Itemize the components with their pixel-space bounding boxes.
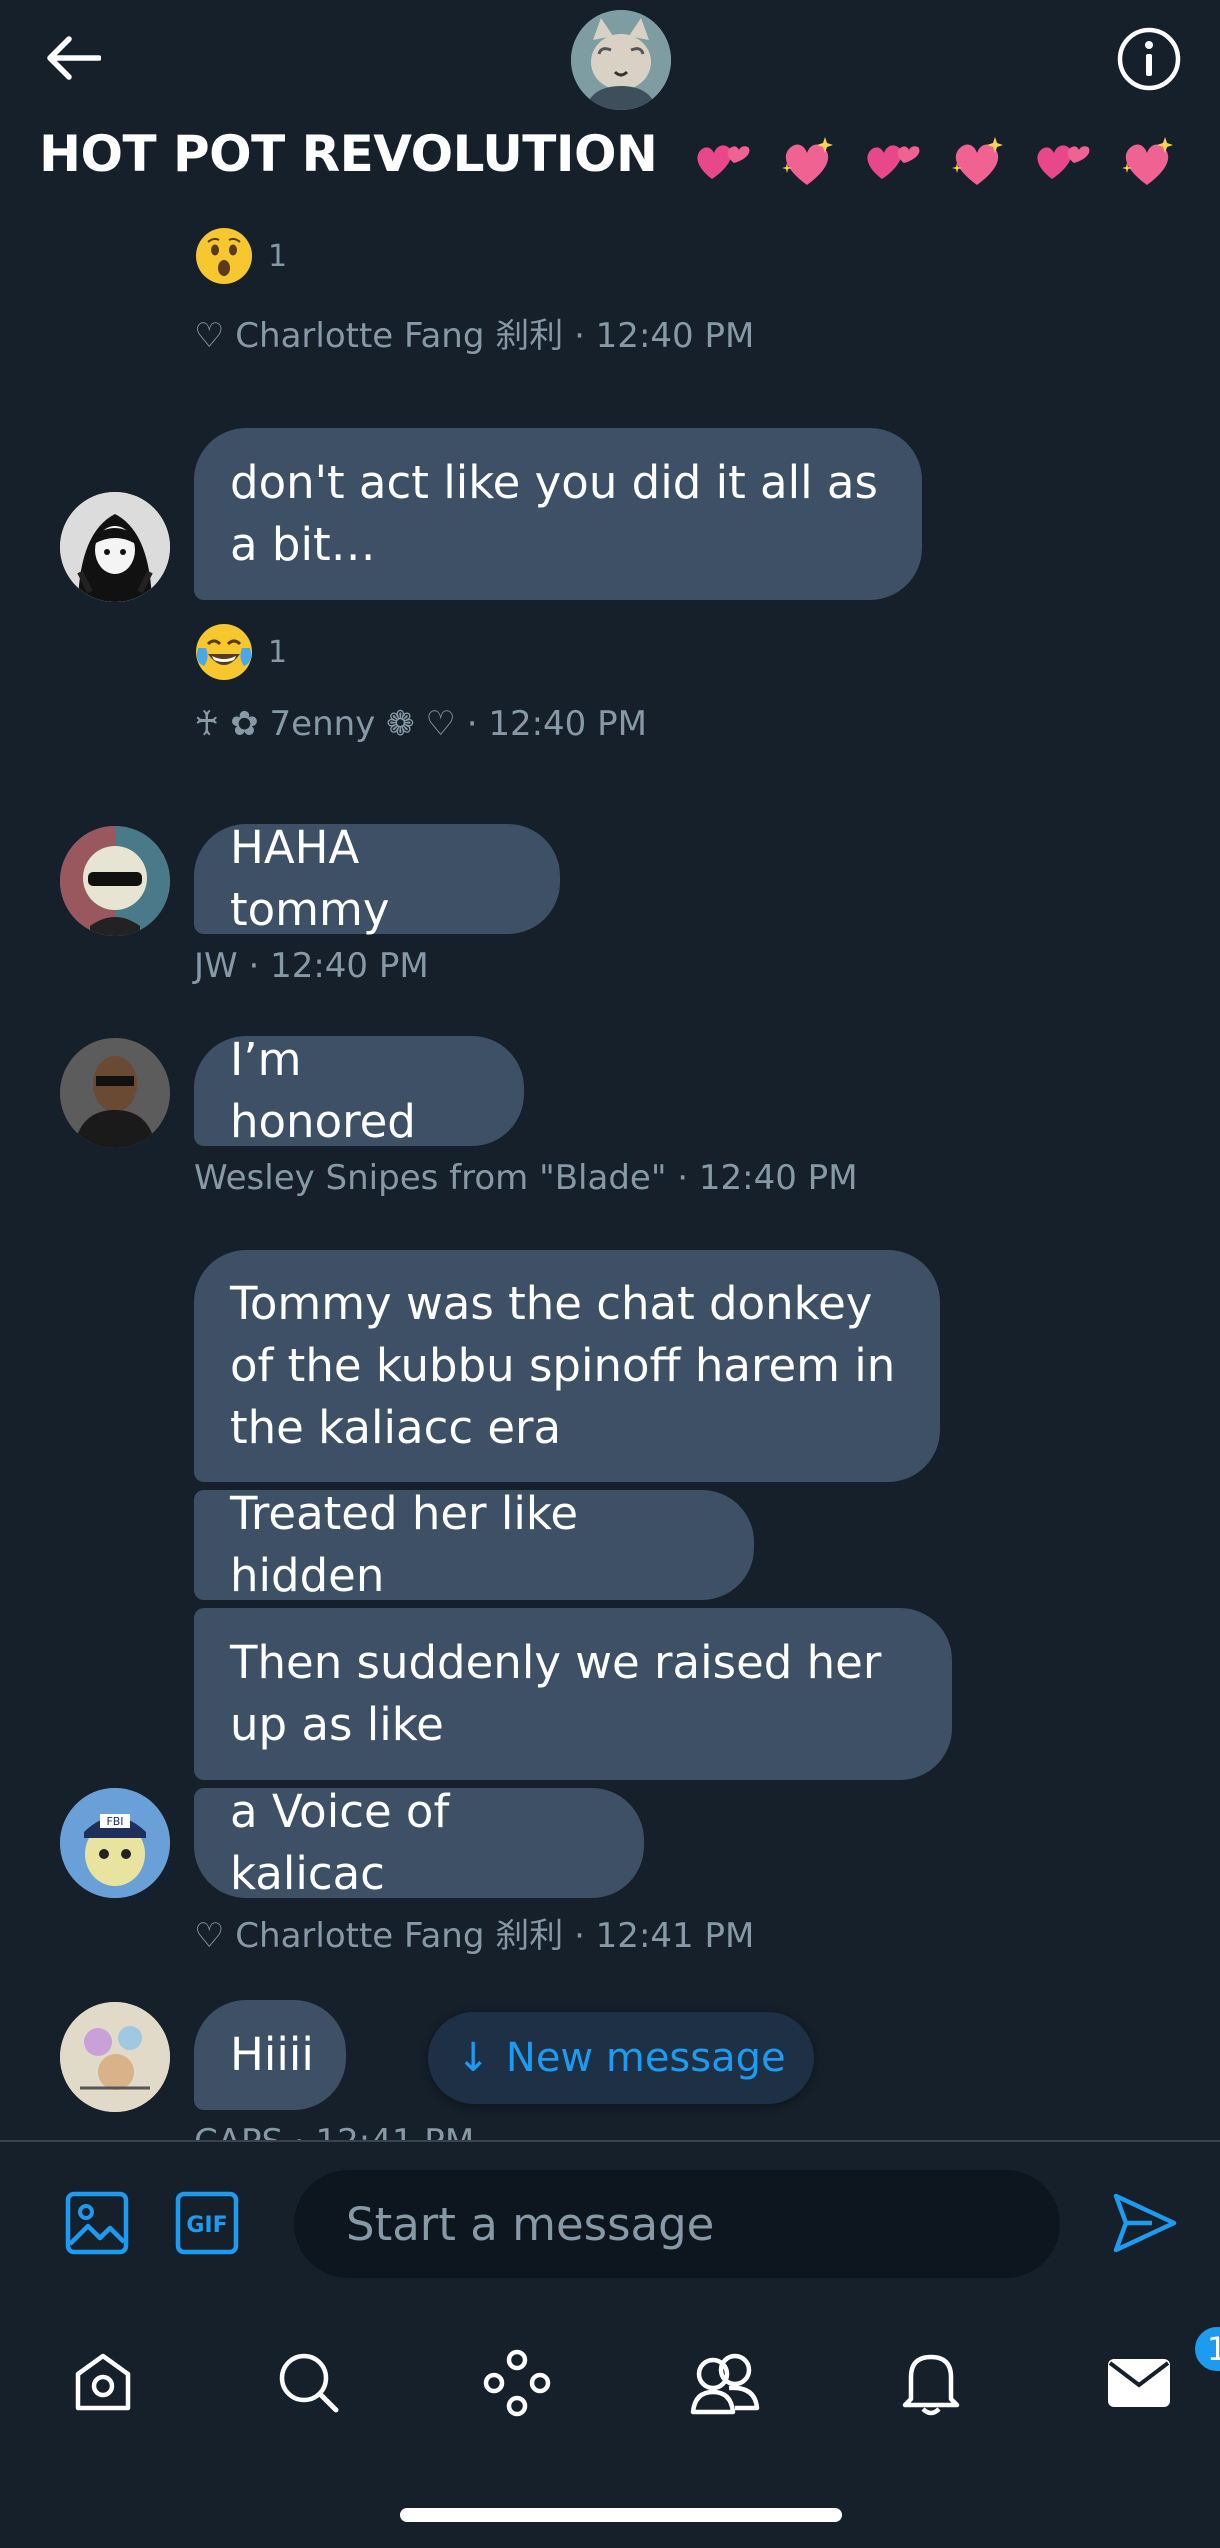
- reaction-summary[interactable]: 1: [194, 226, 287, 286]
- nav-messages[interactable]: [1094, 2338, 1184, 2428]
- image-icon: [65, 2191, 129, 2255]
- arrow-down-icon: ↓: [456, 2035, 490, 2081]
- sparkling-heart-icon: [782, 137, 834, 185]
- conversation-info-button[interactable]: [1114, 24, 1184, 94]
- message-bubble[interactable]: HAHA tommy: [194, 821, 560, 936]
- message-text: Then suddenly we raised her up as like: [230, 1636, 882, 1751]
- avatar-image: [60, 2002, 170, 2112]
- astonished-face-icon: [196, 228, 252, 284]
- message-list[interactable]: 1 ♡ Charlotte Fang 刹利 · 12:40 PM don't a…: [0, 0, 1220, 2140]
- message-input[interactable]: [294, 2170, 1060, 2278]
- gif-label: GIF: [186, 2213, 227, 2238]
- message-time: · 12:40 PM: [677, 1158, 858, 1198]
- info-icon: [1117, 27, 1181, 91]
- add-gif-button[interactable]: GIF: [174, 2190, 240, 2256]
- message-time: · 12:41 PM: [294, 2122, 474, 2140]
- two-hearts-icon: [867, 145, 920, 179]
- nav-spaces[interactable]: [472, 2338, 562, 2428]
- home-icon: [75, 2353, 131, 2411]
- bell-icon: [902, 2354, 960, 2416]
- sparkling-heart-icon: [1121, 137, 1173, 185]
- avatar[interactable]: [60, 492, 170, 602]
- back-button[interactable]: [36, 26, 110, 90]
- send-icon: [1113, 2193, 1177, 2253]
- message-time: · 12:40 PM: [248, 946, 429, 986]
- message-bubble[interactable]: I’m honored: [194, 1033, 524, 1148]
- message-text: I’m honored: [230, 1033, 416, 1148]
- spaces-icon: [483, 2349, 551, 2417]
- message-composer: GIF: [0, 2140, 1220, 2302]
- conversation-title-text: HOT POT REVOLUTION: [39, 125, 658, 183]
- two-hearts-icon: [1037, 145, 1090, 179]
- reaction-summary[interactable]: 1: [194, 622, 287, 682]
- message-text: Treated her like hidden: [230, 1487, 579, 1602]
- tears-of-joy-icon: [196, 624, 252, 680]
- avatar[interactable]: [60, 826, 170, 936]
- search-icon: [279, 2353, 339, 2413]
- back-arrow-icon: [47, 36, 101, 80]
- message-text: Hiiii: [230, 2028, 314, 2081]
- message-text: don't act like you did it all as a bit…: [230, 456, 878, 571]
- avatar[interactable]: [60, 1038, 170, 1148]
- reaction-count: 1: [268, 238, 288, 274]
- nav-communities[interactable]: [680, 2338, 770, 2428]
- two-hearts-icon: [697, 145, 750, 179]
- message-meta: Wesley Snipes from "Blade" · 12:40 PM: [194, 1158, 858, 1198]
- nav-search[interactable]: [264, 2338, 354, 2428]
- sender-name: JW: [194, 946, 238, 986]
- message-time: · 12:40 PM: [574, 316, 755, 356]
- message-bubble[interactable]: a Voice of kalicac: [194, 1785, 644, 1900]
- group-avatar-image: [571, 10, 671, 110]
- send-button[interactable]: [1108, 2186, 1182, 2260]
- sender-name: ♡ Charlotte Fang 刹利: [194, 316, 564, 356]
- message-meta: ♡ Charlotte Fang 刹利 · 12:40 PM: [194, 308, 754, 357]
- message-text: HAHA tommy: [230, 821, 390, 936]
- avatar[interactable]: FBI: [60, 1788, 170, 1898]
- avatar[interactable]: [60, 2002, 170, 2112]
- title-emojis: [688, 122, 1181, 194]
- new-message-button[interactable]: ↓ New message: [428, 2012, 814, 2104]
- message-meta: JW · 12:40 PM: [194, 946, 429, 986]
- reaction-count: 1: [268, 634, 288, 670]
- nav-home[interactable]: [58, 2338, 148, 2428]
- conversation-header: HOT POT REVOLUTION: [0, 0, 1220, 210]
- home-indicator[interactable]: [400, 2508, 842, 2522]
- message-text: a Voice of kalicac: [230, 1785, 450, 1900]
- dm-conversation-screen: 1 ♡ Charlotte Fang 刹利 · 12:40 PM don't a…: [0, 0, 1220, 2548]
- message-bubble[interactable]: don't act like you did it all as a bit…: [194, 428, 922, 600]
- message-meta: ♡ Charlotte Fang 刹利 · 12:41 PM: [194, 1908, 754, 1957]
- nav-notifications[interactable]: [886, 2338, 976, 2428]
- message-meta: CAPS · 12:41 PM: [194, 2122, 474, 2140]
- sender-name: CAPS: [194, 2122, 283, 2140]
- gif-icon: GIF: [175, 2191, 239, 2255]
- avatar-image: [60, 492, 170, 602]
- sender-name: ♡ Charlotte Fang 刹利: [194, 1916, 564, 1956]
- new-message-label: New message: [505, 2035, 786, 2081]
- mail-icon: [1108, 2359, 1170, 2407]
- group-avatar[interactable]: [571, 10, 671, 110]
- message-time: · 12:41 PM: [574, 1916, 755, 1956]
- message-bubble[interactable]: Treated her like hidden: [194, 1487, 754, 1602]
- avatar-image: [60, 1038, 170, 1148]
- sender-name: ♰ ✿ 7enny ❁ ♡: [194, 704, 456, 744]
- sender-name: Wesley Snipes from "Blade": [194, 1158, 667, 1198]
- sparkling-heart-icon: [952, 137, 1004, 185]
- message-time: · 12:40 PM: [466, 704, 647, 744]
- message-text: Tommy was the chat donkey of the kubbu s…: [230, 1277, 896, 1454]
- message-bubble[interactable]: Then suddenly we raised her up as like: [194, 1608, 952, 1780]
- message-meta: ♰ ✿ 7enny ❁ ♡ · 12:40 PM: [194, 704, 647, 744]
- avatar-image: FBI: [60, 1788, 170, 1898]
- conversation-title: HOT POT REVOLUTION: [0, 118, 1220, 194]
- add-image-button[interactable]: [64, 2190, 130, 2256]
- svg-text:FBI: FBI: [106, 1815, 123, 1828]
- message-bubble[interactable]: Hiiii: [194, 2000, 346, 2110]
- message-bubble[interactable]: Tommy was the chat donkey of the kubbu s…: [194, 1250, 940, 1482]
- avatar-image: [60, 826, 170, 936]
- communities-icon: [690, 2353, 760, 2415]
